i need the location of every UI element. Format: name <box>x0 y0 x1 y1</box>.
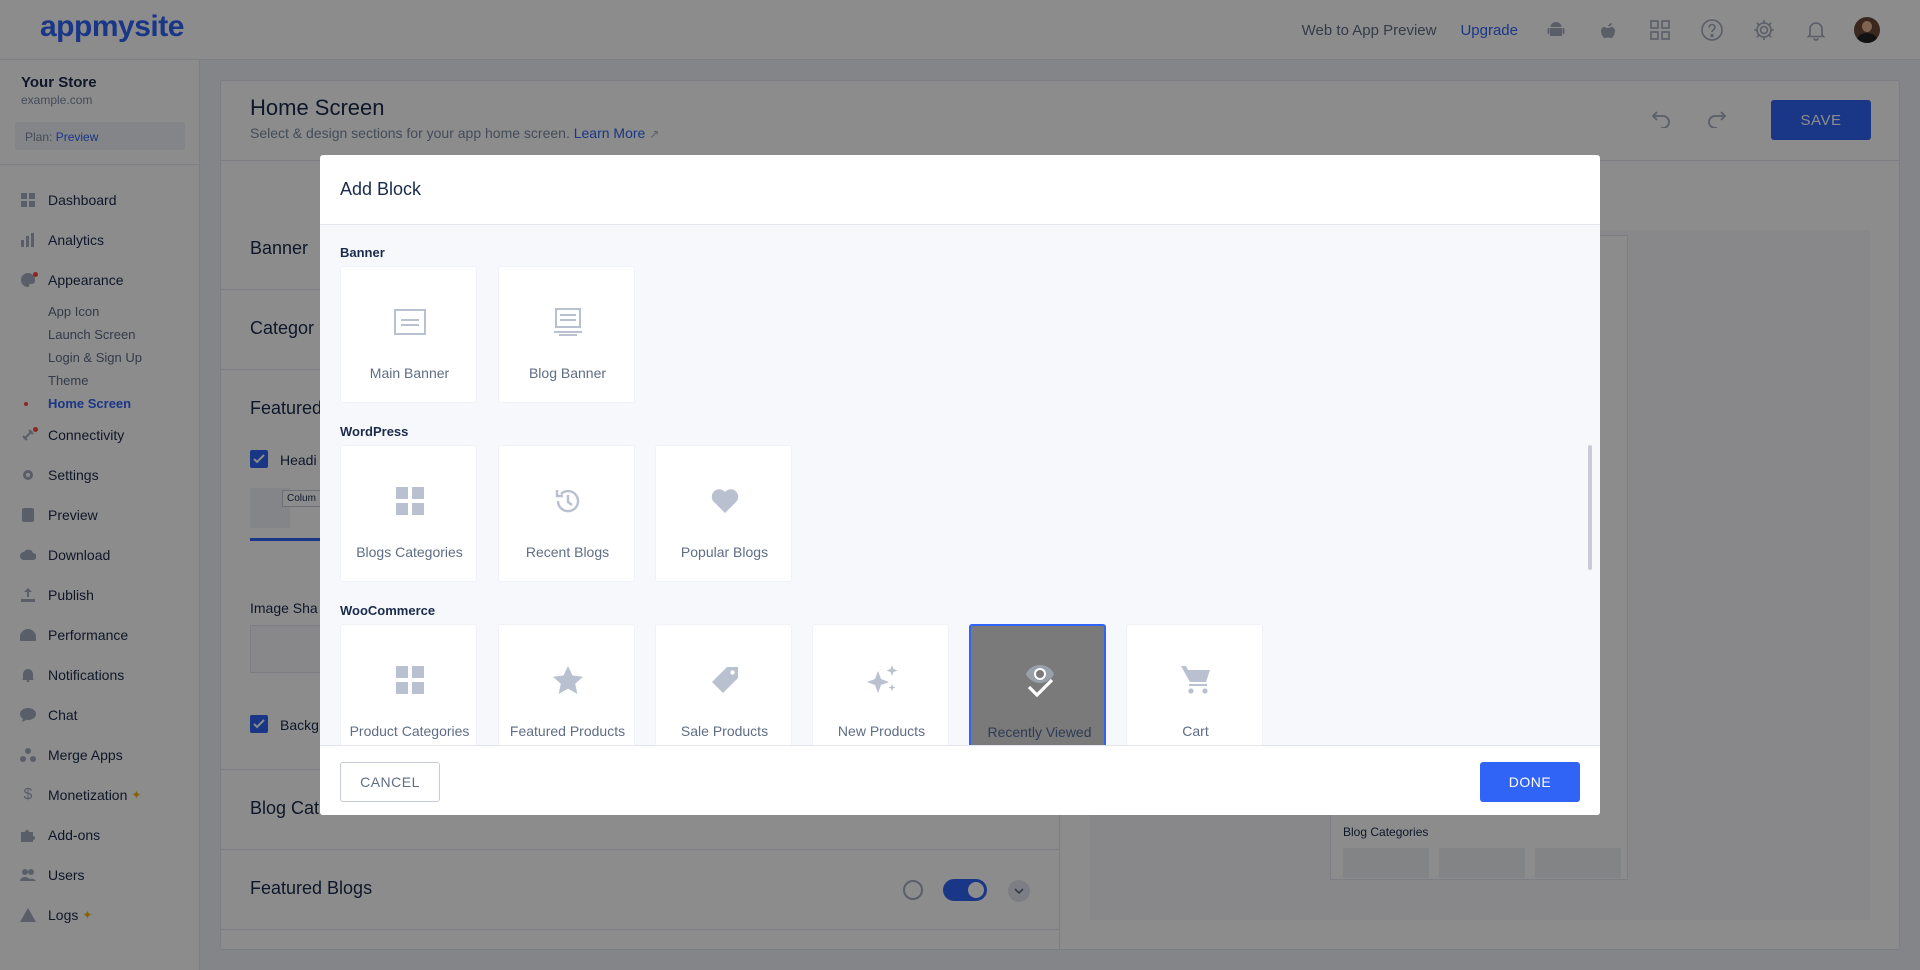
block-cart[interactable]: Cart <box>1126 624 1263 745</box>
block-product-categories[interactable]: Product Categories <box>340 624 477 745</box>
history-icon <box>499 484 636 518</box>
block-label: Featured Products <box>509 723 626 739</box>
group-label-woocommerce: WooCommerce <box>340 603 436 618</box>
block-recent-blogs[interactable]: Recent Blogs <box>498 445 635 582</box>
block-blogs-categories[interactable]: Blogs Categories <box>340 445 477 582</box>
block-label: Sale Products <box>680 723 769 739</box>
done-button[interactable]: DONE <box>1480 762 1580 802</box>
block-label: Blog Banner <box>528 365 607 381</box>
block-featured-products[interactable]: Featured Products <box>498 624 635 745</box>
add-block-modal: Add Block Banner Main Banner Blog Banner… <box>320 155 1600 815</box>
cart-icon <box>1127 663 1264 697</box>
heart-icon <box>656 484 793 518</box>
group-label-wordpress: WordPress <box>340 424 409 439</box>
grid-icon <box>341 484 478 518</box>
block-label: Main Banner <box>369 365 450 381</box>
eye-check-icon <box>971 664 1108 698</box>
sparkle-icon <box>813 663 950 697</box>
modal-footer: CANCEL DONE <box>320 745 1600 815</box>
block-label: Cart <box>1182 723 1209 739</box>
modal-title: Add Block <box>340 179 422 199</box>
tag-icon <box>656 663 793 697</box>
block-label: Recently Viewed Products <box>987 724 1092 745</box>
block-label: Product Categories <box>349 723 470 739</box>
grid-icon <box>341 663 478 697</box>
block-label: Blogs Categories <box>356 544 463 560</box>
block-label: Popular Blogs <box>680 544 769 560</box>
modal-scrollbar[interactable] <box>1588 445 1592 570</box>
block-new-products[interactable]: New Products <box>812 624 949 745</box>
cancel-button[interactable]: CANCEL <box>340 762 440 802</box>
blog-banner-icon <box>499 305 636 339</box>
block-label: Recent Blogs <box>525 544 610 560</box>
block-blog-banner[interactable]: Blog Banner <box>498 266 635 403</box>
group-label-banner: Banner <box>340 245 385 260</box>
modal-header: Add Block <box>320 155 1600 225</box>
block-sale-products[interactable]: Sale Products <box>655 624 792 745</box>
star-icon <box>499 663 636 697</box>
block-label: New Products <box>837 723 926 739</box>
modal-body: Banner Main Banner Blog Banner WordPress… <box>320 225 1600 745</box>
block-popular-blogs[interactable]: Popular Blogs <box>655 445 792 582</box>
block-main-banner[interactable]: Main Banner <box>340 266 477 403</box>
block-recently-viewed-products[interactable]: Recently Viewed Products <box>969 624 1106 745</box>
banner-icon <box>341 305 478 339</box>
